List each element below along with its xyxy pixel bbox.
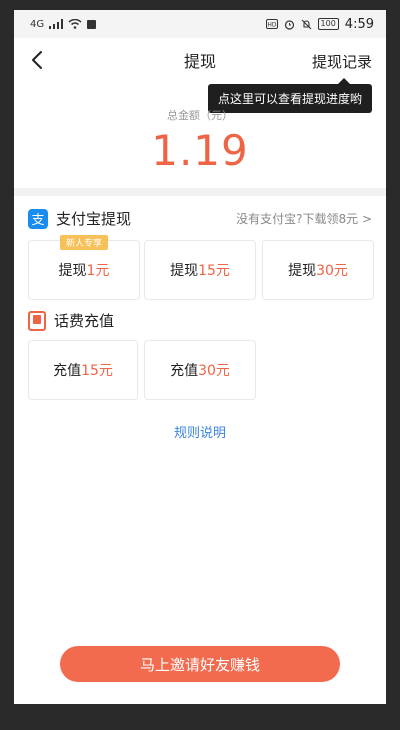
signal-icon bbox=[49, 19, 64, 29]
alipay-icon: 支 bbox=[28, 208, 48, 229]
phone-recharge-option-1[interactable]: 充值 15元 bbox=[28, 340, 138, 400]
back-arrow-icon[interactable] bbox=[26, 48, 50, 72]
page-title: 提现 bbox=[183, 52, 216, 71]
option-prefix: 提现 bbox=[170, 263, 199, 279]
option-amount: 15元 bbox=[81, 363, 113, 379]
alipay-section-header: 支 支付宝提现 没有支付宝?下载领8元 > bbox=[28, 208, 372, 229]
wifi-icon bbox=[68, 19, 82, 29]
signal-text: 4G bbox=[30, 18, 45, 30]
nav-bar: 提现 提现记录 bbox=[14, 38, 386, 82]
phone-recharge-section-header: 话费充值 bbox=[28, 310, 372, 331]
alipay-withdraw-option-1[interactable]: 新人专享 提现 1元 bbox=[28, 235, 140, 300]
status-bar: 4G HD 100 4:59 bbox=[14, 10, 386, 38]
phone-recharge-section-title: 话费充值 bbox=[54, 312, 115, 330]
section-divider bbox=[14, 188, 386, 196]
download-alipay-link[interactable]: 没有支付宝?下载领8元 > bbox=[236, 210, 372, 227]
invite-friends-button[interactable]: 马上邀请好友赚钱 bbox=[60, 646, 340, 682]
svg-text:HD: HD bbox=[267, 22, 277, 29]
withdraw-record-link[interactable]: 提现记录 bbox=[312, 51, 372, 72]
mute-icon bbox=[301, 19, 311, 29]
battery-icon: 100 bbox=[317, 18, 339, 30]
option-amount: 30元 bbox=[198, 363, 230, 379]
notification-icon bbox=[87, 19, 97, 29]
alarm-icon bbox=[284, 19, 294, 30]
option-prefix: 充值 bbox=[53, 363, 82, 379]
total-amount-label: 总金额（元） bbox=[167, 109, 233, 122]
option-prefix: 提现 bbox=[288, 263, 317, 279]
status-time: 4:59 bbox=[344, 16, 374, 32]
hd-icon: HD bbox=[265, 19, 278, 29]
alipay-withdraw-option-3[interactable]: 提现 30元 bbox=[262, 240, 374, 300]
phone-screen: 4G HD 100 4:59 提现 提现记录 点这里可以查看提现进度哟 总金额（… bbox=[14, 10, 386, 704]
status-right: HD 100 4:59 bbox=[265, 16, 374, 32]
alipay-section-title: 支付宝提现 bbox=[56, 210, 132, 228]
rules-link[interactable]: 规则说明 bbox=[14, 422, 386, 441]
option-amount: 30元 bbox=[316, 263, 348, 279]
phone-icon bbox=[28, 310, 46, 331]
option-prefix: 提现 bbox=[58, 263, 87, 279]
option-prefix: 充值 bbox=[170, 363, 199, 379]
alipay-withdraw-option-2[interactable]: 提现 15元 bbox=[144, 240, 256, 300]
option-amount: 1元 bbox=[86, 263, 110, 279]
status-left: 4G bbox=[30, 18, 97, 30]
phone-recharge-option-2[interactable]: 充值 30元 bbox=[144, 340, 256, 400]
new-user-badge: 新人专享 bbox=[59, 235, 109, 250]
total-amount-value: 1.19 bbox=[151, 126, 249, 175]
option-amount: 15元 bbox=[198, 263, 230, 279]
